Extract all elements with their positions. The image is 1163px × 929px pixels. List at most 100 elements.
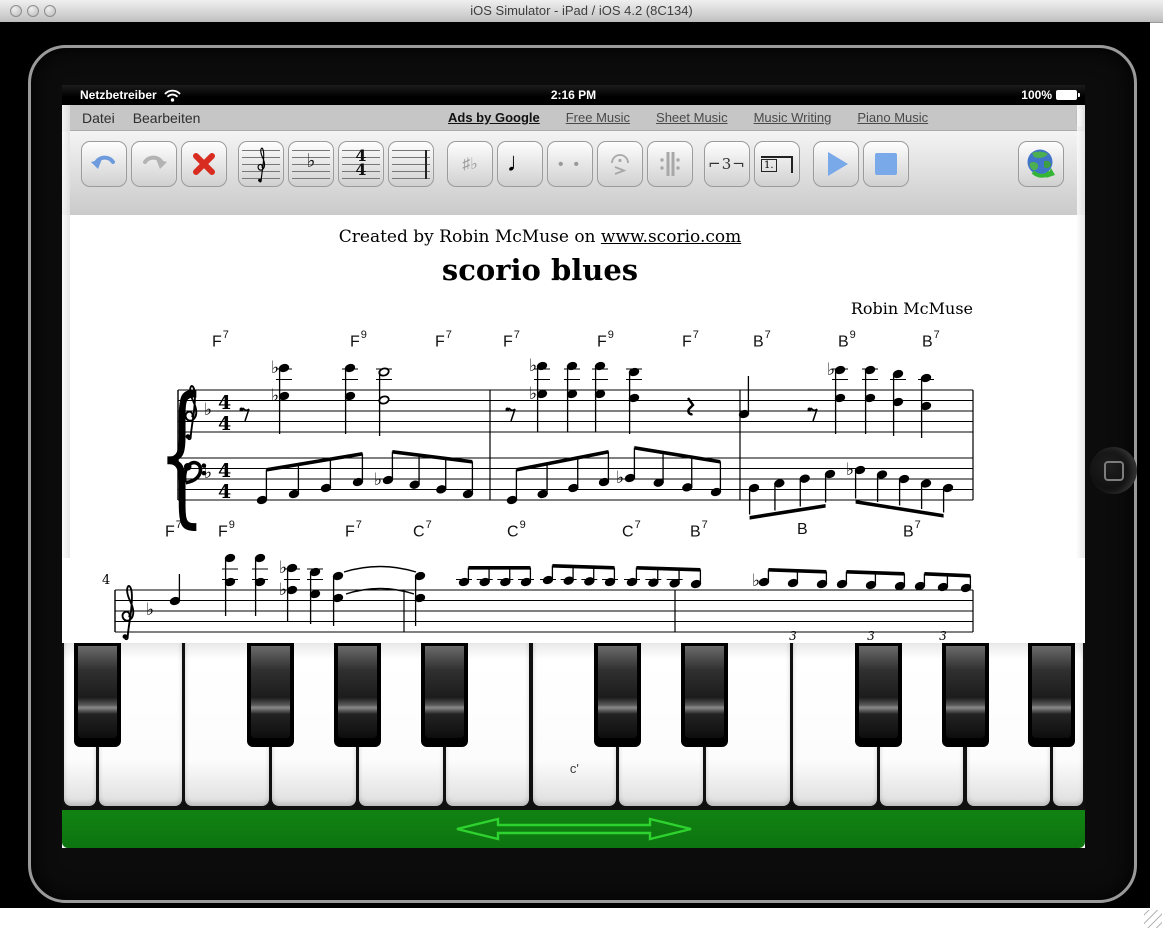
quarter-note-icon: ♩ — [507, 147, 534, 178]
svg-text:{: { — [158, 365, 206, 543]
stop-icon — [875, 153, 897, 175]
flat-icon: ♭ — [307, 157, 316, 167]
piano-key-black[interactable] — [421, 643, 468, 747]
window-title: iOS Simulator - iPad / iOS 4.2 (8C134) — [0, 3, 1163, 18]
chord-symbol: F9 — [597, 331, 613, 351]
svg-text:♭: ♭ — [279, 558, 287, 578]
undo-icon — [90, 153, 118, 175]
black-key-face — [251, 646, 290, 738]
articulation-button[interactable] — [597, 141, 643, 187]
music-system: ♭44♭44{♭♭♭♭♭♭♭♭ — [162, 380, 1042, 530]
delete-x-icon — [192, 152, 216, 176]
chord-symbol: B7 — [753, 331, 770, 351]
barline-icon — [425, 150, 427, 179]
credit-text: Created by Robin McMuse on — [339, 227, 601, 247]
chord-row: F7F9F7F7F9F7B7B9B7 — [62, 331, 1085, 357]
sync-button[interactable] — [1018, 141, 1064, 187]
black-key-face — [598, 646, 637, 738]
piano-key-black[interactable] — [855, 643, 902, 747]
stop-button[interactable] — [863, 141, 909, 187]
piano-key-black[interactable] — [942, 643, 989, 747]
clock: 2:16 PM — [62, 88, 1085, 102]
svg-text:4: 4 — [218, 392, 231, 414]
delete-button[interactable] — [181, 141, 227, 187]
chord-symbol: F7 — [503, 331, 519, 351]
piano-key-black[interactable] — [1028, 643, 1075, 747]
svg-text:4: 4 — [218, 460, 231, 482]
svg-text:♭: ♭ — [529, 356, 537, 376]
keyboard-scroll-bar[interactable] — [62, 810, 1085, 848]
home-button-icon — [1104, 461, 1124, 481]
svg-text:♭: ♭ — [146, 600, 154, 620]
black-key-face — [78, 646, 117, 738]
status-bar: Netzbetreiber 2:16 PM 100% — [62, 85, 1085, 105]
barline-button[interactable] — [388, 141, 434, 187]
left-edge-scroll-strip — [62, 105, 70, 558]
black-key-face — [859, 646, 898, 738]
key-label: c' — [533, 761, 617, 776]
svg-text:♭: ♭ — [529, 384, 537, 404]
chord-symbol: F7 — [682, 331, 698, 351]
piano-key-black[interactable] — [247, 643, 294, 747]
svg-text:♭: ♭ — [616, 468, 624, 488]
composer-name: Robin McMuse — [62, 299, 973, 318]
svg-text:3: 3 — [789, 629, 797, 643]
link-ads-by-google[interactable]: Ads by Google — [448, 110, 540, 125]
globe-icon — [1024, 147, 1058, 181]
repeat-button[interactable] — [647, 141, 693, 187]
chord-symbol: F7 — [212, 331, 228, 351]
menu-bar: Datei Bearbeiten Ads by Google Free Musi… — [62, 105, 1085, 131]
link-free-music[interactable]: Free Music — [566, 110, 630, 125]
link-music-writing[interactable]: Music Writing — [754, 110, 832, 125]
svg-text:♭: ♭ — [271, 358, 279, 378]
chord-symbol: F7 — [435, 331, 451, 351]
menu-item-bearbeiten[interactable]: Bearbeiten — [133, 110, 201, 126]
svg-text:♭: ♭ — [271, 386, 279, 406]
redo-button[interactable] — [131, 141, 177, 187]
time-signature-button[interactable]: 44 — [338, 141, 384, 187]
chord-symbol: B7 — [922, 331, 939, 351]
repeat-barline-icon — [658, 150, 682, 178]
music-system: ♭4♭♭♭333 — [100, 570, 1040, 643]
ipad-screen: Netzbetreiber 2:16 PM 100% Datei — [62, 85, 1085, 848]
dots-button[interactable]: • • — [547, 141, 593, 187]
link-sheet-music[interactable]: Sheet Music — [656, 110, 728, 125]
svg-text:♭: ♭ — [752, 571, 760, 591]
play-icon — [828, 152, 848, 176]
clef-button[interactable] — [238, 141, 284, 187]
volta-button[interactable]: 1. — [754, 141, 800, 187]
black-key-face — [338, 646, 377, 738]
resize-grip[interactable] — [1144, 910, 1162, 928]
triplet-icon: ⌐3¬ — [708, 155, 746, 173]
key-signature-button[interactable]: ♭ — [288, 141, 334, 187]
redo-icon — [140, 153, 168, 175]
piano-key-black[interactable] — [334, 643, 381, 747]
black-key-face — [425, 646, 464, 738]
home-button[interactable] — [1090, 447, 1137, 494]
link-piano-music[interactable]: Piano Music — [857, 110, 928, 125]
score-sheet: Created by Robin McMuse on www.scorio.co… — [62, 215, 1085, 643]
undo-button[interactable] — [81, 141, 127, 187]
triplet-button[interactable]: ⌐3¬ — [704, 141, 750, 187]
svg-text:♭: ♭ — [827, 360, 835, 380]
accidental-button[interactable]: ♯♭ — [447, 141, 493, 187]
piano-key-black[interactable] — [681, 643, 728, 747]
menu-item-datei[interactable]: Datei — [82, 110, 115, 126]
note-button[interactable]: ♩ — [497, 141, 543, 187]
credit-line: Created by Robin McMuse on www.scorio.co… — [62, 227, 1018, 247]
svg-text:3: 3 — [939, 629, 947, 643]
scorio-link[interactable]: www.scorio.com — [601, 227, 741, 247]
piano-key-black[interactable] — [594, 643, 641, 747]
play-button[interactable] — [813, 141, 859, 187]
ipad-bezel: Netzbetreiber 2:16 PM 100% Datei — [28, 45, 1137, 903]
piano-key-black[interactable] — [74, 643, 121, 747]
toolbar: ♭ 44 ♯♭ ♩ • • — [62, 131, 1085, 215]
fermata-accent-icon — [608, 151, 632, 177]
score-title: scorio blues — [62, 253, 1018, 287]
right-edge-scroll-strip — [1077, 105, 1085, 558]
time-signature-icon: 44 — [355, 149, 366, 177]
augmentation-dots-icon: • • — [558, 156, 582, 173]
svg-text:♭: ♭ — [846, 460, 854, 480]
sharp-flat-icon: ♯♭ — [462, 154, 478, 174]
desktop: iOS Simulator - iPad / iOS 4.2 (8C134) N… — [0, 0, 1163, 929]
